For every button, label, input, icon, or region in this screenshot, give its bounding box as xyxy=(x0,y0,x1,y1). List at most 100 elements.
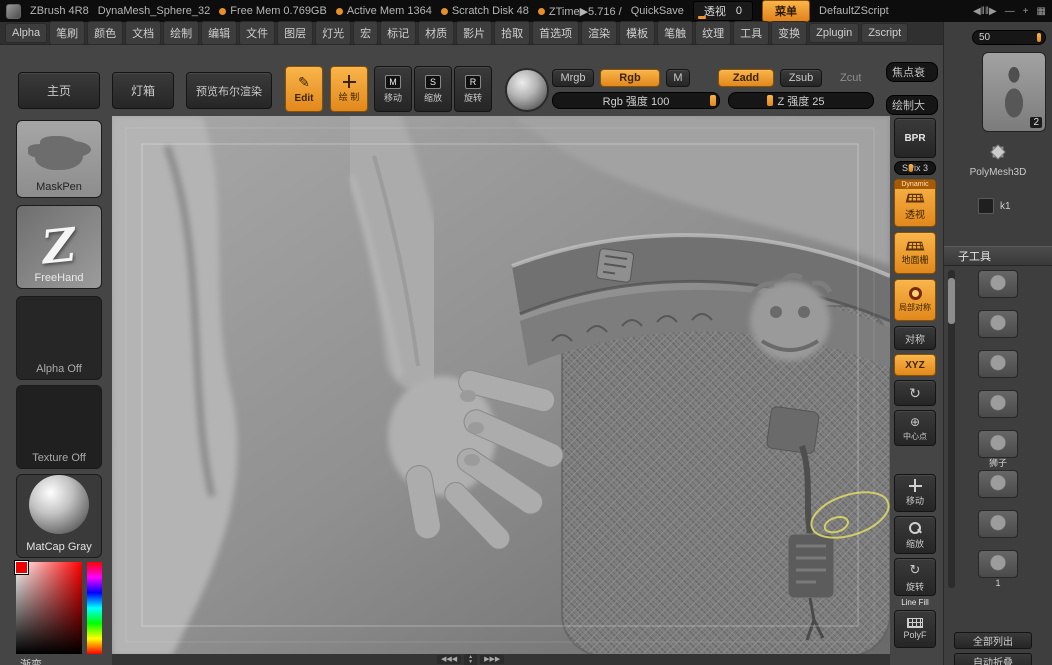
preview-boolean-button[interactable]: 预览布尔渲染 xyxy=(186,72,272,109)
dynamic-perspective-button[interactable]: Dynamic 透视 xyxy=(894,179,936,227)
polyframe-button[interactable]: PolyF xyxy=(894,610,936,648)
auto-collapse-button[interactable]: 自动折叠 xyxy=(954,653,1032,665)
menu-item[interactable]: 图层 xyxy=(277,21,314,45)
menu-item[interactable]: 变换 xyxy=(771,21,808,45)
current-material-tile[interactable]: MatCap Gray xyxy=(16,474,102,558)
subtool-thumbnail-icon[interactable] xyxy=(978,350,1018,378)
zsub-button[interactable]: Zsub xyxy=(780,69,822,87)
quicksave-button[interactable]: QuickSave xyxy=(631,5,684,17)
menu-item[interactable]: Alpha xyxy=(5,23,48,43)
quick-pick-item[interactable]: k1 xyxy=(978,198,1011,214)
slider-notch[interactable] xyxy=(1037,33,1041,42)
local-symmetry-button[interactable]: 局部对称 xyxy=(894,279,936,321)
current-texture-tile[interactable]: Texture Off xyxy=(16,385,102,469)
list-all-button[interactable]: 全部列出 xyxy=(954,632,1032,649)
subtool-item[interactable] xyxy=(978,470,1018,510)
subtool-item[interactable]: 狮子 xyxy=(978,430,1018,470)
subtool-item[interactable] xyxy=(978,510,1018,550)
color-sv-square[interactable] xyxy=(16,562,82,654)
polymesh3d-item[interactable]: PolyMesh3D xyxy=(944,140,1052,178)
zoom-canvas-button[interactable]: 缩放 xyxy=(894,516,936,554)
z-intensity-slider[interactable]: Z 强度 25 xyxy=(728,92,874,109)
menu-item[interactable]: 笔刷 xyxy=(49,21,86,45)
edit-button[interactable]: ✎ Edit xyxy=(285,66,323,112)
perspective-slider[interactable]: 透视 0 xyxy=(692,1,754,21)
subtool-thumbnail-icon[interactable] xyxy=(978,430,1018,458)
subtool-item[interactable]: 1 xyxy=(978,550,1018,590)
menu-item[interactable]: 笔触 xyxy=(657,21,694,45)
menu-item[interactable]: 编辑 xyxy=(201,21,238,45)
menu-item[interactable]: 绘制 xyxy=(163,21,200,45)
subtool-thumbnail-icon[interactable] xyxy=(978,390,1018,418)
frame-center-button[interactable]: ⊕ 中心点 xyxy=(894,410,936,446)
subtool-item[interactable] xyxy=(978,390,1018,430)
menu-item[interactable]: 灯光 xyxy=(315,21,352,45)
menu-item[interactable]: 纹理 xyxy=(695,21,732,45)
menu-item[interactable]: 拾取 xyxy=(494,21,531,45)
menu-item[interactable]: Zscript xyxy=(861,23,909,43)
menu-item[interactable]: 渲染 xyxy=(581,21,618,45)
floor-grid-button[interactable]: 地面栅 xyxy=(894,232,936,274)
rgb-button[interactable]: Rgb xyxy=(600,69,660,87)
subtool-item[interactable] xyxy=(978,350,1018,390)
lightbox-button[interactable]: 灯箱 xyxy=(112,72,174,109)
minimize-icon[interactable]: — xyxy=(1005,6,1015,17)
move-button[interactable]: M 移动 xyxy=(374,66,412,112)
slider-notch[interactable] xyxy=(767,95,773,106)
scroll-canvas-button[interactable]: 移动 xyxy=(894,474,936,512)
current-color-swatch[interactable] xyxy=(14,560,29,575)
zadd-button[interactable]: Zadd xyxy=(718,69,774,87)
subtool-header[interactable]: 子工具 xyxy=(944,246,1052,266)
rotate-view-button[interactable]: ↻ xyxy=(894,380,936,406)
rgb-intensity-slider[interactable]: Rgb 强度 100 xyxy=(552,92,720,109)
slider-notch[interactable] xyxy=(710,95,716,106)
menu-button[interactable]: 菜单 xyxy=(762,0,811,22)
scale-button[interactable]: S 缩放 xyxy=(414,66,452,112)
color-hue-strip[interactable] xyxy=(87,562,102,654)
subtool-thumbnail-icon[interactable] xyxy=(978,510,1018,538)
scroll-left-icon[interactable]: ◀◀◀ xyxy=(437,654,462,665)
subtool-item[interactable] xyxy=(978,270,1018,310)
current-brush-tile[interactable]: MaskPen xyxy=(16,120,102,198)
subtool-thumbnail-icon[interactable] xyxy=(978,470,1018,498)
menu-item[interactable]: 标记 xyxy=(380,21,417,45)
menu-item[interactable]: 影片 xyxy=(456,21,493,45)
media-controls-icon[interactable]: ◀‖‖▶ xyxy=(973,6,997,17)
down-arrow-icon[interactable]: ▼ xyxy=(468,659,473,665)
scroll-updown-icon[interactable]: ▲ ▼ xyxy=(464,653,478,665)
menu-item[interactable]: 首选项 xyxy=(532,21,580,45)
add-icon[interactable]: + xyxy=(1023,6,1029,17)
draw-button[interactable]: 绘 制 xyxy=(330,66,368,112)
menu-item[interactable]: Zplugin xyxy=(809,23,860,43)
menu-item[interactable]: 颜色 xyxy=(87,21,124,45)
home-button[interactable]: 主页 xyxy=(18,72,100,109)
menu-item[interactable]: 宏 xyxy=(353,21,379,45)
current-alpha-tile[interactable]: Alpha Off xyxy=(16,296,102,380)
menu-item[interactable]: 文档 xyxy=(125,21,162,45)
color-picker[interactable] xyxy=(14,560,102,654)
document-canvas[interactable] xyxy=(112,116,890,656)
focal-shift-slider[interactable]: 焦点衰 xyxy=(886,62,938,82)
active-tool-thumbnail[interactable]: 2 xyxy=(982,52,1046,132)
scroll-right-icon[interactable]: ▶▶▶ xyxy=(480,654,505,665)
mrgb-button[interactable]: Mrgb xyxy=(552,69,594,87)
spix-slider[interactable]: SPix 3 xyxy=(894,161,936,175)
subtool-thumbnail-icon[interactable] xyxy=(978,270,1018,298)
panel-top-slider[interactable]: 50 xyxy=(972,30,1046,45)
menu-item[interactable]: 材质 xyxy=(418,21,455,45)
symmetry-button[interactable]: 对称 xyxy=(894,326,936,350)
layout-grid-icon[interactable]: ▦ xyxy=(1037,6,1046,17)
m-button[interactable]: M xyxy=(666,69,690,87)
rotate-button[interactable]: R 旋转 xyxy=(454,66,492,112)
draw-size-slider[interactable]: 绘制大 xyxy=(886,95,938,115)
xyz-constraint-button[interactable]: XYZ xyxy=(894,354,936,376)
active-material-sphere[interactable] xyxy=(505,68,549,112)
slider-notch[interactable] xyxy=(909,164,913,172)
menu-item[interactable]: 文件 xyxy=(239,21,276,45)
bpr-button[interactable]: BPR xyxy=(894,118,936,158)
current-stroke-tile[interactable]: Z FreeHand xyxy=(16,205,102,289)
line-fill-label[interactable]: Line Fill xyxy=(892,598,938,607)
rotate-canvas-button[interactable]: ↻ 旋转 xyxy=(894,558,936,596)
menu-item[interactable]: 工具 xyxy=(733,21,770,45)
subtool-thumbnail-icon[interactable] xyxy=(978,550,1018,578)
